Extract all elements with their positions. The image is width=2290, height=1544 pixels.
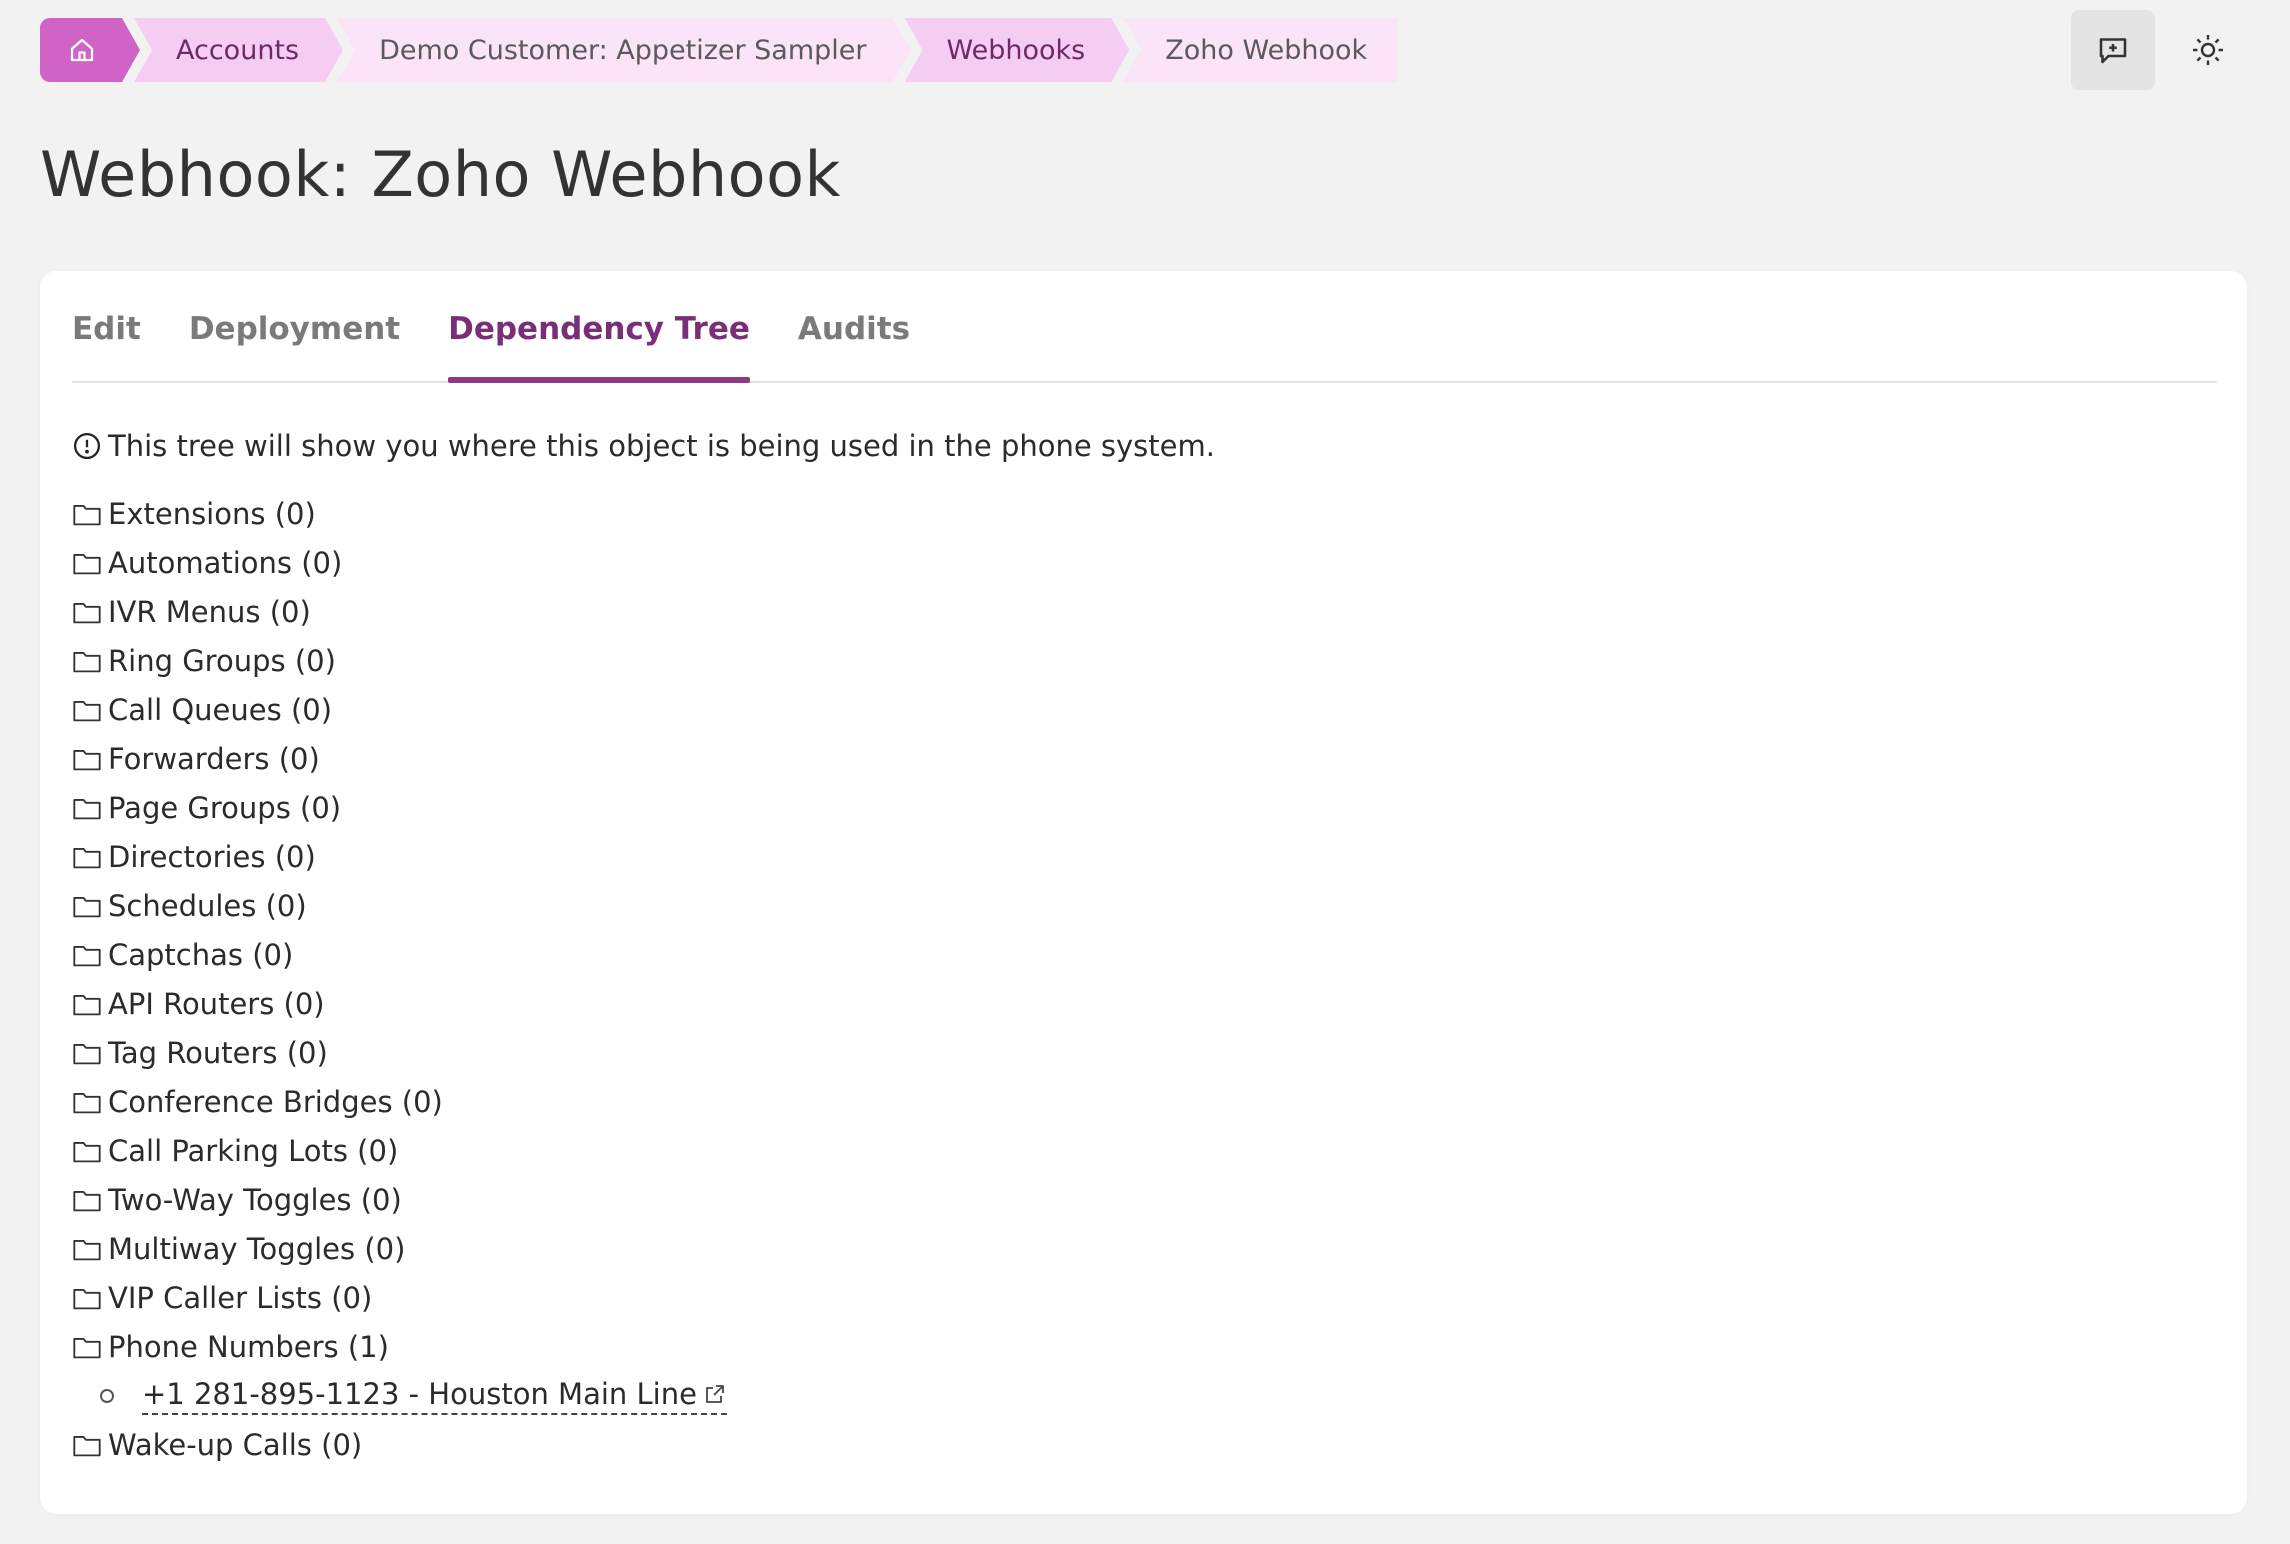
tree-item-vip-caller-lists[interactable]: VIP Caller Lists (0) [72,1273,727,1322]
theme-toggle-button[interactable] [2166,10,2250,90]
folder-icon [73,1190,101,1211]
tree-item-label: Two-Way Toggles (0) [108,1182,402,1217]
tab-edit[interactable]: Edit [72,311,141,381]
content-card: Edit Deployment Dependency Tree Audits T… [40,271,2247,1514]
tree-item-label: Page Groups (0) [108,790,342,825]
folder-icon [73,651,101,672]
bullet-icon [100,1388,114,1403]
folder-icon [73,1435,101,1456]
tree-item-ivr-menus[interactable]: IVR Menus (0) [72,587,727,636]
tree-item-multiway-toggles[interactable]: Multiway Toggles (0) [72,1224,727,1273]
tab-bar: Edit Deployment Dependency Tree Audits [72,311,2217,383]
tree-item-label: Wake-up Calls (0) [108,1427,363,1462]
tree-item-label: Ring Groups (0) [108,643,336,678]
tree-item-conference-bridges[interactable]: Conference Bridges (0) [72,1077,727,1126]
feedback-button[interactable] [2071,10,2155,90]
home-icon [67,35,97,65]
tree-item-label: Automations (0) [108,545,343,580]
tree-item-two-way-toggles[interactable]: Two-Way Toggles (0) [72,1175,727,1224]
folder-icon [73,504,101,525]
tree-item-label: Forwarders (0) [108,741,320,776]
sun-icon [2193,35,2223,65]
dependency-tree: Extensions (0) Automations (0) IVR Menus… [72,489,727,1469]
tab-audits[interactable]: Audits [798,311,910,381]
folder-icon [73,847,101,868]
tree-item-label: Schedules (0) [108,888,307,923]
tree-item-label: Directories (0) [108,839,316,874]
tree-item-extensions[interactable]: Extensions (0) [72,489,727,538]
phone-number-link-label: +1 281-895-1123 - Houston Main Line [142,1376,697,1411]
tree-item-label: Multiway Toggles (0) [108,1231,406,1266]
page-title: Webhook: Zoho Webhook [40,138,841,211]
tree-item-label: Call Parking Lots (0) [108,1133,399,1168]
folder-icon [73,1337,101,1358]
tree-item-label: VIP Caller Lists (0) [108,1280,373,1315]
breadcrumb-customer[interactable]: Demo Customer: Appetizer Sampler [337,18,910,82]
folder-icon [73,749,101,770]
phone-number-link[interactable]: +1 281-895-1123 - Houston Main Line [142,1377,727,1415]
info-message: This tree will show you where this objec… [72,429,1215,463]
folder-icon [73,798,101,819]
tree-item-call-queues[interactable]: Call Queues (0) [72,685,727,734]
folder-icon [73,896,101,917]
folder-icon [73,1141,101,1162]
tree-item-tag-routers[interactable]: Tag Routers (0) [72,1028,727,1077]
tree-item-label: IVR Menus (0) [108,594,311,629]
folder-icon [73,994,101,1015]
tree-item-label: Captchas (0) [108,937,294,972]
external-link-icon [706,1384,724,1403]
folder-icon [73,1288,101,1309]
tree-item-phone-numbers[interactable]: Phone Numbers (1) [72,1322,727,1371]
tree-item-wake-up-calls[interactable]: Wake-up Calls (0) [72,1420,727,1469]
breadcrumb-webhooks[interactable]: Webhooks [905,18,1130,82]
feedback-icon [2099,38,2127,64]
tree-item-automations[interactable]: Automations (0) [72,538,727,587]
folder-icon [73,602,101,623]
tree-item-label: Tag Routers (0) [108,1035,328,1070]
tree-item-ring-groups[interactable]: Ring Groups (0) [72,636,727,685]
breadcrumb: Accounts Demo Customer: Appetizer Sample… [40,18,1398,82]
folder-icon [73,553,101,574]
tree-item-schedules[interactable]: Schedules (0) [72,881,727,930]
tree-item-call-parking-lots[interactable]: Call Parking Lots (0) [72,1126,727,1175]
info-icon [74,433,100,459]
breadcrumb-home[interactable] [40,18,140,82]
folder-icon [73,945,101,966]
tree-item-page-groups[interactable]: Page Groups (0) [72,783,727,832]
info-text: This tree will show you where this objec… [108,429,1215,463]
tree-item-forwarders[interactable]: Forwarders (0) [72,734,727,783]
folder-icon [73,700,101,721]
tree-item-label: Call Queues (0) [108,692,333,727]
tab-deployment[interactable]: Deployment [189,311,400,381]
folder-icon [73,1239,101,1260]
tree-subitem-phone-number: +1 281-895-1123 - Houston Main Line [72,1371,727,1420]
tree-item-label: Conference Bridges (0) [108,1084,443,1119]
tab-dependency-tree[interactable]: Dependency Tree [448,311,750,383]
tree-item-label: API Routers (0) [108,986,325,1021]
tree-item-label: Extensions (0) [108,496,316,531]
breadcrumb-accounts[interactable]: Accounts [134,18,343,82]
folder-icon [73,1092,101,1113]
tree-item-directories[interactable]: Directories (0) [72,832,727,881]
breadcrumb-current: Zoho Webhook [1123,18,1398,82]
tree-item-api-routers[interactable]: API Routers (0) [72,979,727,1028]
tree-item-captchas[interactable]: Captchas (0) [72,930,727,979]
folder-icon [73,1043,101,1064]
tree-item-label: Phone Numbers (1) [108,1329,389,1364]
